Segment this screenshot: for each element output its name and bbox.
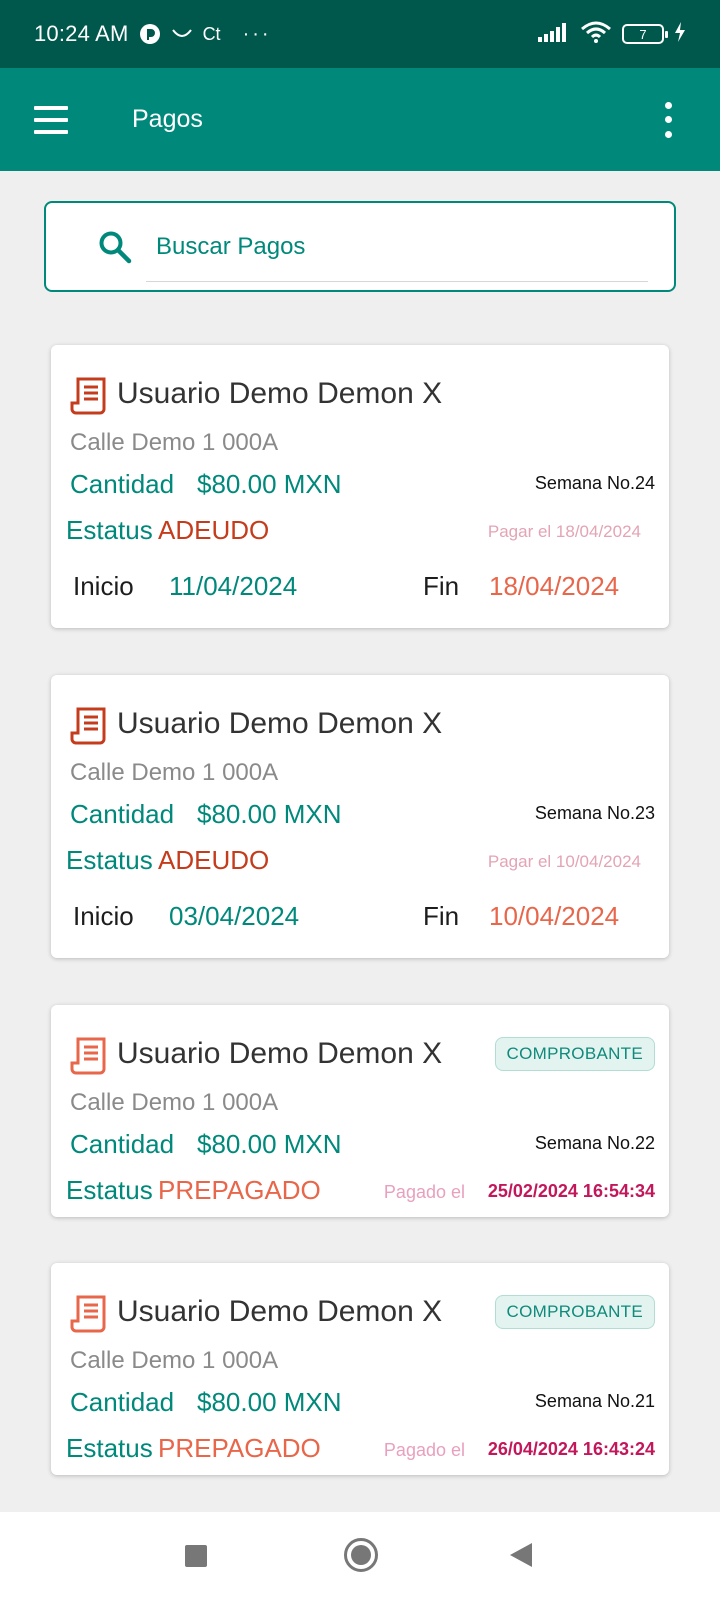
status-label: Estatus xyxy=(66,1175,153,1205)
status-value: PREPAGADO xyxy=(158,1433,321,1463)
system-nav-bar xyxy=(0,1512,720,1600)
due-date: Pagar el 10/04/2024 xyxy=(487,852,641,871)
receipt-icon xyxy=(70,707,106,745)
home-circle-icon[interactable] xyxy=(344,1538,378,1572)
week-number: Semana No.24 xyxy=(534,473,655,493)
amount-label: Cantidad xyxy=(70,469,175,499)
payment-card[interactable]: Usuario Demo Demon X Calle Demo 1 000A C… xyxy=(51,675,669,958)
start-label: Inicio xyxy=(73,901,134,931)
start-date: 11/04/2024 xyxy=(169,571,298,601)
receipt-icon xyxy=(70,1037,106,1075)
notification-carrier-icon: Ct xyxy=(202,23,221,44)
signal-icon xyxy=(538,22,570,47)
amount-value: $80.00 MXN xyxy=(197,799,342,829)
status-time: 10:24 AM xyxy=(34,21,129,46)
end-date: 18/04/2024 xyxy=(489,571,620,601)
week-number: Semana No.21 xyxy=(534,1391,655,1411)
search-underline xyxy=(146,281,648,282)
week-number: Semana No.23 xyxy=(534,803,655,823)
receipt-icon xyxy=(70,1295,106,1333)
user-name: Usuario Demo Demon X xyxy=(117,1295,443,1328)
user-name: Usuario Demo Demon X xyxy=(117,377,443,410)
status-value: ADEUDO xyxy=(158,515,270,545)
start-label: Inicio xyxy=(73,571,134,601)
user-address: Calle Demo 1 000A xyxy=(70,429,279,456)
payment-card[interactable]: Usuario Demo Demon X COMPROBANTE Calle D… xyxy=(51,1005,669,1217)
status-bar-left: 10:24 AM Ct ··· xyxy=(34,21,272,47)
paid-label: Pagado el xyxy=(383,1440,465,1460)
user-name: Usuario Demo Demon X xyxy=(117,707,443,740)
paid-label: Pagado el xyxy=(383,1182,465,1202)
status-label: Estatus xyxy=(66,845,153,875)
amount-value: $80.00 MXN xyxy=(197,469,342,499)
amount-label: Cantidad xyxy=(70,1387,175,1417)
user-address: Calle Demo 1 000A xyxy=(70,759,279,786)
payment-card[interactable]: Usuario Demo Demon X Calle Demo 1 000A C… xyxy=(51,345,669,628)
back-triangle-icon[interactable] xyxy=(510,1543,532,1567)
end-date: 10/04/2024 xyxy=(489,901,620,931)
status-label: Estatus xyxy=(66,1433,153,1463)
user-address: Calle Demo 1 000A xyxy=(70,1347,279,1374)
amount-value: $80.00 MXN xyxy=(197,1387,342,1417)
end-label: Fin xyxy=(423,901,460,931)
amount-label: Cantidad xyxy=(70,1129,175,1159)
status-label: Estatus xyxy=(66,515,153,545)
user-address: Calle Demo 1 000A xyxy=(70,1089,279,1116)
wifi-icon xyxy=(580,21,612,48)
search-input[interactable] xyxy=(156,226,616,267)
end-label: Fin xyxy=(423,571,460,601)
more-notifications-icon: ··· xyxy=(242,22,272,45)
app-bar: Pagos xyxy=(0,68,720,171)
comprobante-button[interactable]: COMPROBANTE xyxy=(494,1037,655,1071)
notification-smile-icon xyxy=(171,27,193,41)
search-box[interactable] xyxy=(44,201,676,292)
charging-icon xyxy=(674,21,686,47)
recents-square-icon[interactable] xyxy=(185,1545,207,1567)
hamburger-menu-icon[interactable] xyxy=(34,100,86,140)
page-title: Pagos xyxy=(132,105,203,133)
status-value: PREPAGADO xyxy=(158,1175,321,1205)
amount-label: Cantidad xyxy=(70,799,175,829)
status-bar: 10:24 AM Ct ··· 7 xyxy=(0,0,720,68)
search-icon xyxy=(99,231,132,263)
battery-icon: 7 xyxy=(622,24,668,44)
user-name: Usuario Demo Demon X xyxy=(117,1037,443,1070)
paid-date: 25/02/2024 16:54:34 xyxy=(487,1181,655,1201)
status-value: ADEUDO xyxy=(158,845,270,875)
due-date: Pagar el 18/04/2024 xyxy=(487,522,641,541)
receipt-icon xyxy=(70,377,106,415)
notification-app-icon xyxy=(139,23,161,45)
amount-value: $80.00 MXN xyxy=(197,1129,342,1159)
battery-level: 7 xyxy=(639,26,647,42)
payment-card[interactable]: Usuario Demo Demon X COMPROBANTE Calle D… xyxy=(51,1263,669,1475)
start-date: 03/04/2024 xyxy=(169,901,300,931)
more-vert-icon[interactable] xyxy=(662,101,674,138)
week-number: Semana No.22 xyxy=(534,1133,655,1153)
status-bar-right: 7 xyxy=(538,21,686,48)
paid-date: 26/04/2024 16:43:24 xyxy=(487,1439,655,1459)
comprobante-button[interactable]: COMPROBANTE xyxy=(494,1295,655,1329)
